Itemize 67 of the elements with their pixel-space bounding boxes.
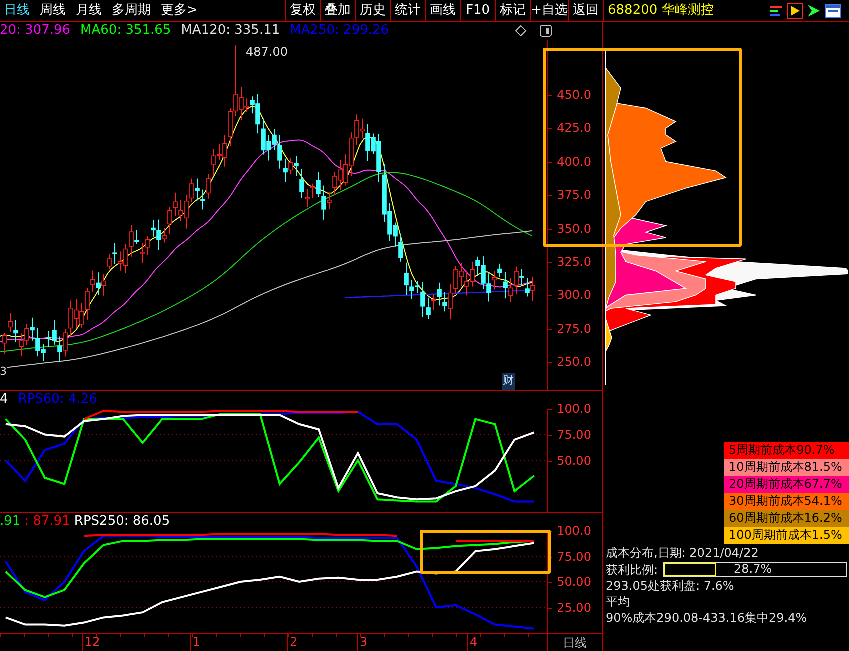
period-tab[interactable]: 周线 <box>40 0 66 20</box>
toolbar-button[interactable]: +自选 <box>530 0 568 21</box>
toolbar-button[interactable]: 历史 <box>355 0 390 21</box>
axis-label: 325.0 <box>557 255 592 269</box>
toolbar-button[interactable]: 画线 <box>425 0 460 21</box>
axis-label: 450.0 <box>557 88 592 102</box>
axis-label: 4 <box>467 634 478 651</box>
cost-distribution-title: 成本分布,日期: 2021/04/22 <box>606 545 760 561</box>
stock-title: 688200 华峰测控 <box>608 2 714 20</box>
high-price-label: 487.00 <box>246 44 288 61</box>
cost-stat-text: 90%成本290.08-433.16集中29.4% <box>606 610 808 626</box>
toolbar-button[interactable]: F10 <box>460 0 496 21</box>
toolbar-button[interactable]: 标记 <box>495 0 530 21</box>
indicator-value: RPS250: 86.05 <box>74 513 170 532</box>
edge-label: 3 <box>0 366 7 378</box>
axis-label: 50.00 <box>557 454 592 468</box>
axis-label: 100.0 <box>557 524 592 538</box>
period-tab[interactable]: 月线 <box>76 0 102 20</box>
cost-legend-item: 10周期前成本81.5% <box>724 459 849 476</box>
toolbar-button[interactable]: 复权 <box>285 0 320 21</box>
indicator-value: MA250: 299.26 <box>290 22 390 40</box>
finance-marker[interactable]: 财 <box>502 373 515 390</box>
axis-label: 25.00 <box>557 600 592 614</box>
toolbar-button[interactable]: 统计 <box>390 0 426 21</box>
axis-label: 75.00 <box>557 550 592 564</box>
indicator-bars-icon[interactable] <box>769 4 783 18</box>
indicator-value: MA120: 335.11 <box>181 22 280 40</box>
axis-label: 1 <box>190 634 201 651</box>
cost-legend-item: 30周期前成本54.1% <box>724 493 849 510</box>
indicator-value: .91 <box>0 513 21 532</box>
cost-legend-item: 100周期前成本1.5% <box>724 527 849 544</box>
axis-label: 375.0 <box>557 188 592 202</box>
period-tab[interactable]: 日线 <box>4 0 30 20</box>
axis-label: 12 <box>82 634 100 651</box>
play-icon[interactable] <box>787 2 803 18</box>
panel-toggle-icon[interactable] <box>540 25 552 37</box>
indicator-value: MA60: 351.65 <box>80 22 172 40</box>
axis-label: 300.0 <box>557 288 592 302</box>
window-icon[interactable] <box>825 4 841 18</box>
axis-label: 350.0 <box>557 222 592 236</box>
axis-label: 100.0 <box>557 402 592 416</box>
period-label: 日线 <box>563 634 588 651</box>
axis-label: 275.0 <box>557 322 592 336</box>
axis-label: 2 <box>287 634 298 651</box>
cost-legend-item: 60周期前成本16.2% <box>724 510 849 527</box>
axis-label: 250.0 <box>557 355 592 370</box>
period-tab[interactable]: 更多> <box>161 0 198 20</box>
axis-label: 425.0 <box>557 121 592 136</box>
cost-stat-text: 293.05处获利盘: 7.6% <box>606 578 736 594</box>
axis-label: 75.00 <box>557 428 592 442</box>
axis-label: 50.00 <box>557 575 592 589</box>
indicator-value: : 87.91 <box>24 513 70 532</box>
toolbar-button[interactable]: 返回 <box>568 0 604 21</box>
diamond-icon[interactable] <box>515 25 527 37</box>
cost-legend-item: 5周期前成本90.7% <box>724 442 849 459</box>
period-tab[interactable]: 多周期 <box>112 0 151 20</box>
indicator-value: RPS60: 4.26 <box>18 391 98 410</box>
profit-ratio-label: 获利比例: <box>606 562 660 578</box>
profit-ratio-value: 28.7% <box>734 563 772 576</box>
axis-label: 3 <box>357 634 368 651</box>
arrow-icon[interactable] <box>807 4 821 18</box>
toolbar-button[interactable]: 叠加 <box>320 0 356 21</box>
indicator-value: 4 <box>0 391 8 410</box>
cost-legend-item: 20周期前成本67.7% <box>724 476 849 493</box>
indicator-value: 20: 307.96 <box>0 22 71 40</box>
cost-stat-text: 平均 <box>606 594 631 610</box>
axis-label: 400.0 <box>557 154 592 169</box>
